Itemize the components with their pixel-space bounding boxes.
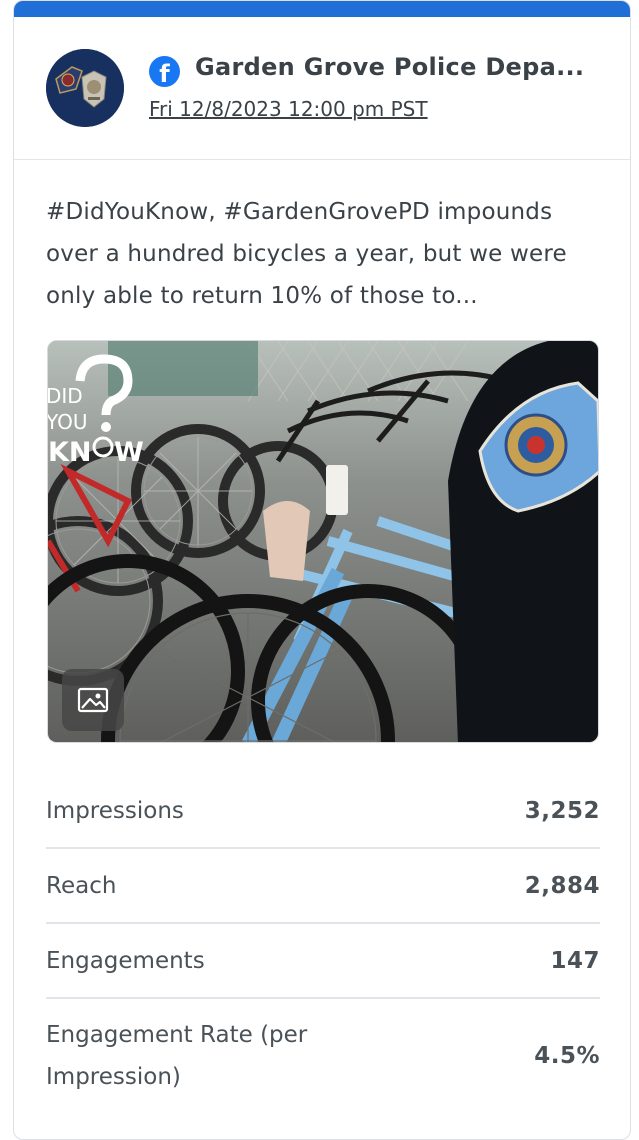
- metric-label: Reach: [46, 872, 117, 899]
- page-name[interactable]: Garden Grove Police Depa...: [195, 53, 615, 81]
- image-icon: [77, 687, 109, 713]
- metric-value: 147: [550, 947, 600, 974]
- svg-text:YOU: YOU: [48, 410, 88, 434]
- post-header: f Garden Grove Police Depa... Fri 12/8/2…: [14, 17, 630, 160]
- metric-value: 2,884: [524, 872, 600, 899]
- post-text: #DidYouKnow, #GardenGrovePD impounds ove…: [46, 199, 567, 309]
- svg-text:DID: DID: [48, 384, 83, 408]
- facebook-icon: f: [149, 56, 180, 87]
- metric-label: Impressions: [46, 797, 184, 824]
- post-card: f Garden Grove Police Depa... Fri 12/8/2…: [13, 0, 631, 1140]
- metric-row-engagements: Engagements 147: [46, 924, 600, 999]
- badge-logo-icon: [46, 49, 124, 127]
- avatar[interactable]: [46, 49, 124, 127]
- image-badge: [62, 669, 124, 731]
- metric-value: 4.5%: [534, 1043, 600, 1069]
- metric-label: Engagement Rate (per Impression): [46, 1022, 308, 1090]
- metric-value: 3,252: [524, 797, 600, 824]
- card-accent-bar: [14, 1, 630, 17]
- metric-label: Engagements: [46, 947, 205, 974]
- svg-text:W: W: [114, 437, 144, 468]
- metrics-table: Impressions 3,252 Reach 2,884 Engagement…: [46, 774, 600, 1113]
- post-image[interactable]: DID YOU KN W: [47, 340, 599, 743]
- svg-text:KN: KN: [48, 437, 92, 468]
- metric-row-engagement-rate: Engagement Rate (per Impression) 4.5%: [46, 999, 600, 1113]
- bicycles-photo: DID YOU KN W: [48, 341, 598, 742]
- post-date-link[interactable]: Fri 12/8/2023 12:00 pm PST: [149, 97, 428, 121]
- metric-row-reach: Reach 2,884: [46, 849, 600, 924]
- metric-row-impressions: Impressions 3,252: [46, 774, 600, 849]
